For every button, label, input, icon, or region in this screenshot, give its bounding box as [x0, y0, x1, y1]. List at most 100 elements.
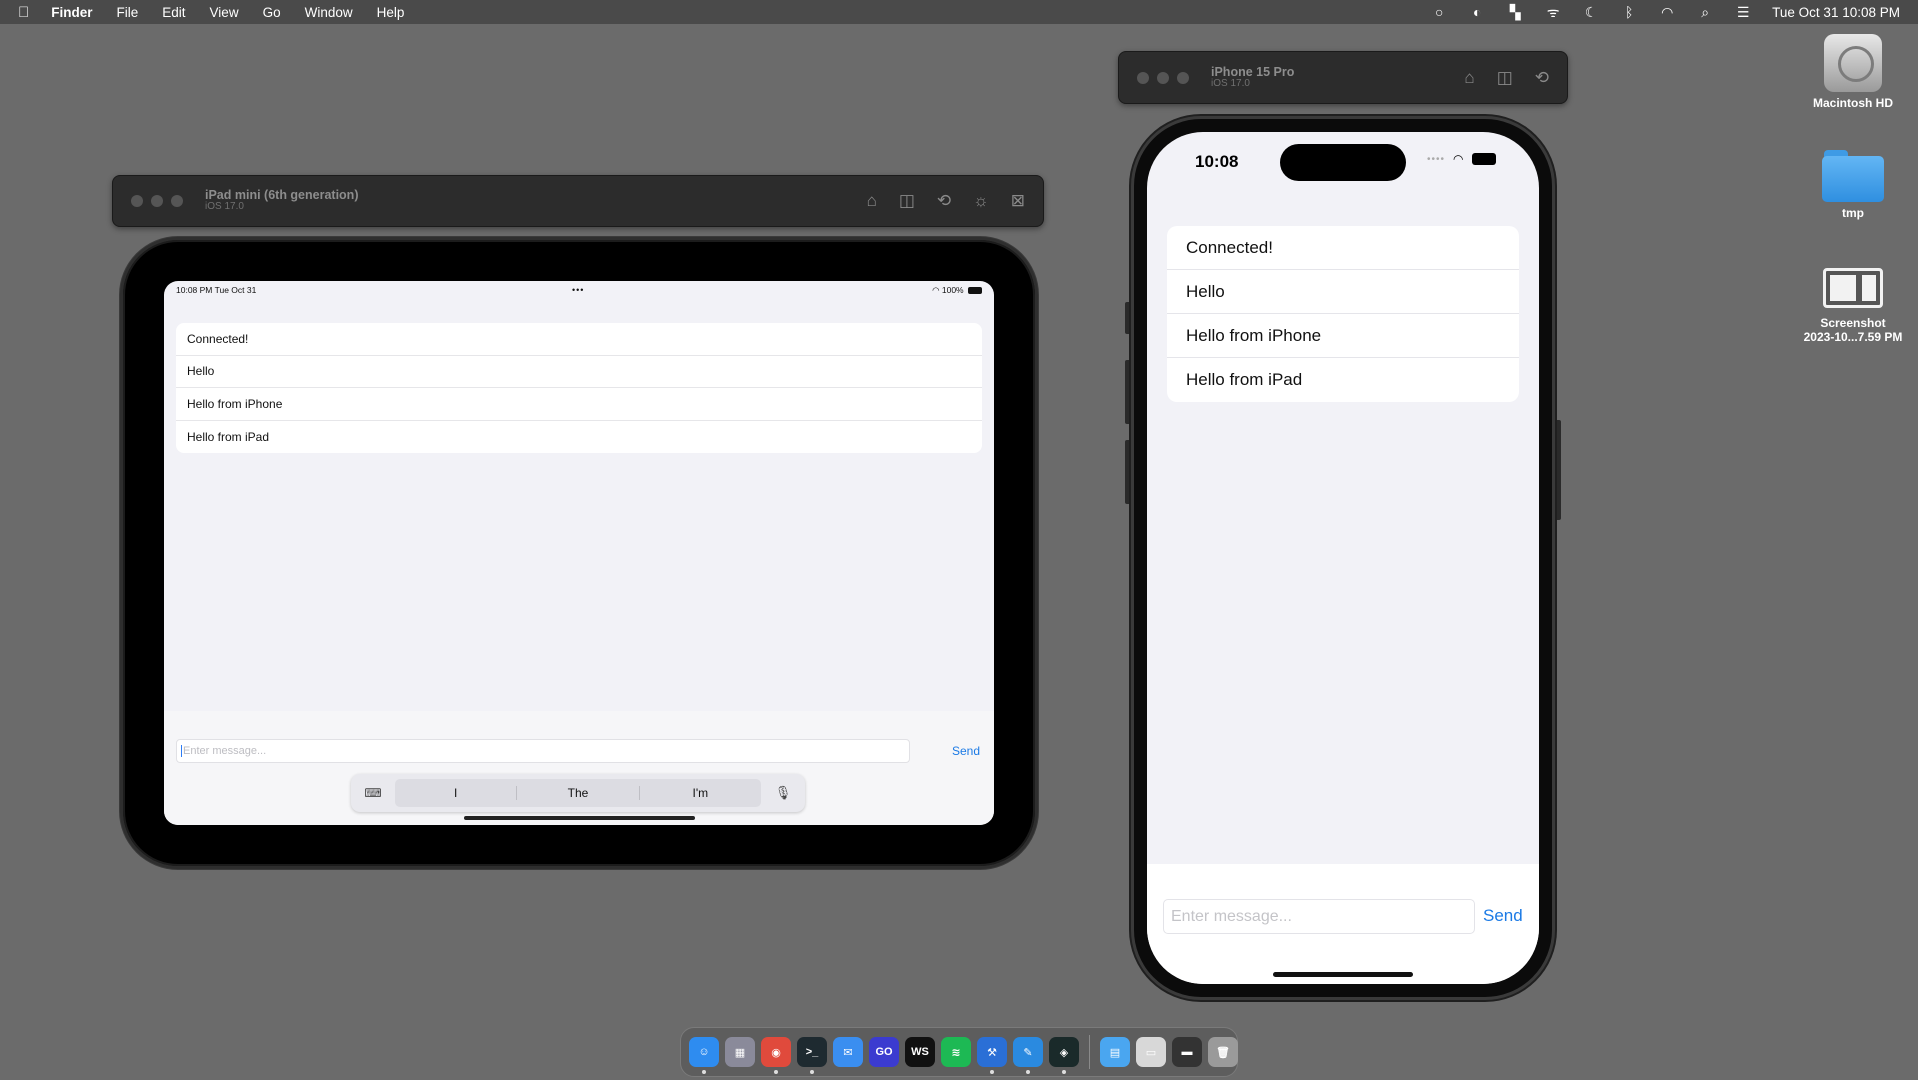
bluetooth-icon[interactable]: ᛒ — [1620, 4, 1638, 20]
finder-icon[interactable]: ☺ — [689, 1037, 719, 1074]
menu-app-finder[interactable]: Finder — [51, 5, 92, 20]
message-input[interactable]: Enter message... — [176, 739, 910, 763]
list-item: Connected! — [176, 323, 982, 356]
wifi-icon: ◠ — [932, 284, 942, 295]
home-icon[interactable]: ⌂ — [867, 191, 877, 211]
minimize-window-button[interactable] — [151, 195, 163, 207]
menu-window[interactable]: Window — [305, 5, 353, 20]
mail-icon[interactable]: ✉ — [833, 1037, 863, 1067]
folder-icon — [1822, 150, 1884, 202]
suggestion-item[interactable]: I — [395, 786, 518, 800]
screenshot-file-icon — [1823, 268, 1883, 308]
desktop-icon-screenshot[interactable]: Screenshot 2023-10...7.59 PM — [1788, 268, 1918, 344]
list-item: Hello from iPhone — [1167, 314, 1519, 358]
simulator-os-version: iOS 17.0 — [1211, 77, 1250, 89]
dock-separator — [1089, 1035, 1090, 1069]
window-controls — [131, 195, 183, 207]
menubar-clock[interactable]: Tue Oct 31 10:08 PM — [1772, 5, 1900, 20]
control-center-icon[interactable]: ☰ — [1734, 4, 1752, 20]
iphone-status-time: 10:08 — [1195, 152, 1239, 171]
close-window-button[interactable] — [1137, 71, 1149, 84]
iphone-status-icons: •••• ◠ — [1427, 152, 1496, 166]
keyboard-icon[interactable]: ⌨ — [357, 786, 389, 800]
app-icon[interactable]: ◈ — [1049, 1037, 1079, 1074]
send-button[interactable]: Send — [952, 744, 980, 758]
launchpad-icon[interactable]: ▦ — [725, 1037, 755, 1067]
appearance-icon[interactable]: ☼ — [973, 191, 989, 211]
screenshot-icon[interactable]: ◫ — [899, 191, 915, 211]
message-input[interactable]: Enter message... — [1163, 899, 1475, 934]
documents-stack-icon[interactable]: ▭ — [1136, 1037, 1166, 1067]
stage-manager-icon[interactable]: ▚ — [1506, 4, 1524, 20]
dock: ☺ ▦ ◉ >_ ✉ GO WS ≋ ⚒ ✎ ◈ ▤ ▭ ▬ 🗑 — [680, 1027, 1238, 1077]
home-icon[interactable]: ⌂ — [1464, 68, 1474, 88]
dynamic-island — [1280, 144, 1406, 181]
list-item: Connected! — [1167, 226, 1519, 270]
zoom-window-button[interactable] — [171, 195, 183, 207]
list-item: Hello from iPad — [1186, 370, 1303, 389]
desktop-icon-label: tmp — [1842, 206, 1864, 220]
webstorm-icon[interactable]: WS — [905, 1037, 935, 1067]
side-button[interactable] — [1555, 420, 1561, 520]
home-indicator[interactable] — [464, 816, 695, 820]
search-icon[interactable]: ⌕ — [1696, 4, 1714, 20]
message-list: Connected! Hello Hello from iPhone Hello… — [176, 323, 982, 453]
screenshots-stack-icon[interactable]: ▬ — [1172, 1037, 1202, 1067]
simulator-os-version: iOS 17.0 — [205, 201, 244, 213]
terminal-icon[interactable]: >_ — [797, 1037, 827, 1074]
iphone-simulator-titlebar[interactable]: iPhone 15 Pro iOS 17.0 ⌂ ◫ ⟲ — [1118, 51, 1568, 104]
battery-icon — [1471, 153, 1496, 165]
rotate-icon[interactable]: ⟲ — [937, 191, 951, 211]
hard-drive-icon — [1824, 34, 1882, 92]
screenshot-icon[interactable]: ◫ — [1497, 68, 1513, 88]
trash-icon[interactable]: 🗑 — [1208, 1037, 1238, 1067]
menu-go[interactable]: Go — [263, 5, 281, 20]
zoom-window-button[interactable] — [1177, 71, 1189, 84]
battery-icon — [968, 286, 982, 294]
list-item: Hello — [176, 356, 982, 388]
close-window-button[interactable] — [131, 195, 143, 207]
home-indicator[interactable] — [1273, 972, 1413, 977]
apple-logo-icon[interactable]:  — [18, 4, 29, 21]
chrome-icon[interactable]: ◉ — [761, 1037, 791, 1074]
cellular-signal-icon: •••• — [1427, 153, 1446, 165]
menu-help[interactable]: Help — [377, 5, 405, 20]
spotify-icon[interactable]: ≋ — [941, 1037, 971, 1067]
send-button[interactable]: Send — [1483, 906, 1523, 926]
desktop-icon-label-line2: 2023-10...7.59 PM — [1803, 330, 1903, 344]
ipad-battery-text: ◠ 100% — [932, 285, 982, 296]
menu-file[interactable]: File — [117, 5, 139, 20]
ipad-status-bar: 10:08 PM Tue Oct 31 ••• ◠ 100% — [164, 281, 994, 299]
screen-record-icon[interactable]: ○ — [1430, 4, 1448, 20]
message-list: Connected! Hello Hello from iPhone Hello… — [1167, 226, 1519, 402]
list-item: Hello — [1167, 270, 1519, 314]
wifi-icon[interactable]: ◠ — [1658, 4, 1676, 20]
rotate-icon[interactable]: ⟲ — [1535, 68, 1549, 88]
downloads-folder-icon[interactable]: ▤ — [1100, 1037, 1130, 1067]
wifi-icon: ◠ — [1453, 152, 1464, 166]
desktop-icon-macintosh-hd[interactable]: Macintosh HD — [1788, 34, 1918, 110]
contrast-icon[interactable]: ◐ — [1468, 4, 1486, 20]
microphone-icon[interactable]: 🎙 — [767, 785, 799, 801]
simulator-icon[interactable]: ✎ — [1013, 1037, 1043, 1074]
xcode-icon[interactable]: ⚒ — [977, 1037, 1007, 1074]
focus-moon-icon[interactable]: ☾ — [1582, 4, 1600, 20]
menu-bar:  Finder File Edit View Go Window Help ○… — [0, 0, 1918, 24]
suggestion-item[interactable]: The — [517, 786, 640, 800]
window-controls — [1137, 71, 1189, 84]
airdrop-icon[interactable]: ᯤ — [1544, 4, 1562, 20]
simulator-device-name: iPhone 15 Pro — [1211, 64, 1295, 79]
suggestion-item[interactable]: I'm — [640, 786, 761, 800]
ipad-simulator-titlebar[interactable]: iPad mini (6th generation) iOS 17.0 ⌂ ◫ … — [112, 175, 1044, 227]
multitasking-dots-icon[interactable]: ••• — [572, 285, 584, 295]
menu-edit[interactable]: Edit — [162, 5, 185, 20]
ipad-status-time: 10:08 PM Tue Oct 31 — [176, 285, 257, 295]
list-item: Hello from iPad — [187, 429, 270, 444]
minimize-window-button[interactable] — [1157, 71, 1169, 84]
desktop-icon-tmp[interactable]: tmp — [1788, 150, 1918, 220]
goland-icon[interactable]: GO — [869, 1037, 899, 1067]
close-box-icon[interactable]: ⊠ — [1011, 191, 1025, 211]
desktop-icon-label: Macintosh HD — [1812, 96, 1893, 110]
menu-view[interactable]: View — [210, 5, 239, 20]
iphone-screen: 10:08 •••• ◠ Connected! Hello Hello from… — [1147, 132, 1539, 984]
